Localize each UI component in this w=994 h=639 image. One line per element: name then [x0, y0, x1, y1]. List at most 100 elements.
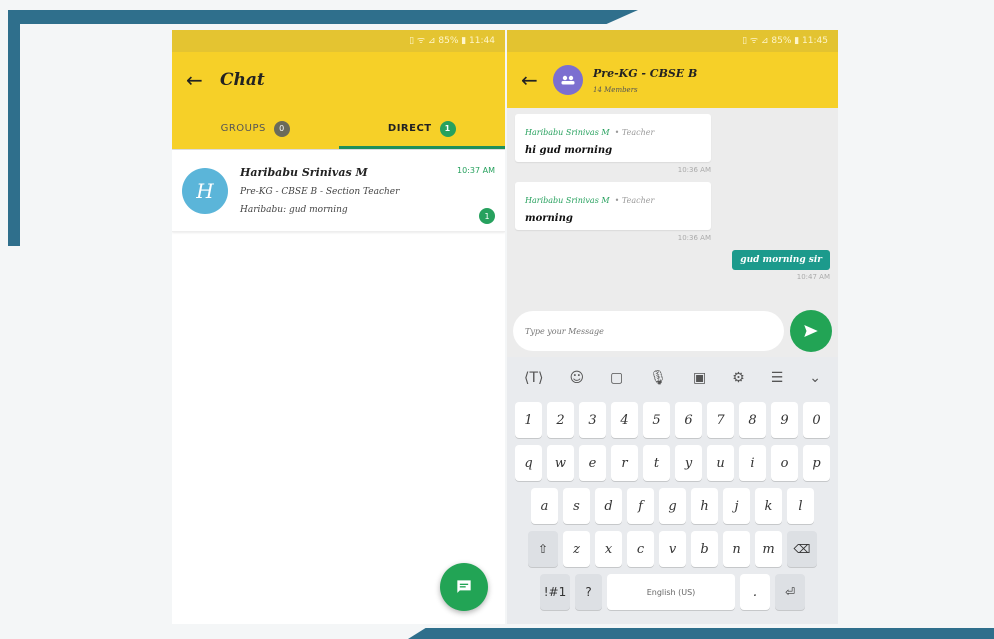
letter-row-1: q w e r t y u i o p: [511, 445, 834, 481]
key[interactable]: x: [595, 531, 622, 567]
microphone-icon[interactable]: 🎙: [649, 370, 667, 386]
letter-row-2: a s d f g h j k l: [511, 488, 834, 524]
tab-direct-label: DIRECT: [387, 123, 432, 134]
key[interactable]: n: [723, 531, 750, 567]
send-icon: [804, 325, 818, 337]
key[interactable]: 8: [739, 402, 766, 438]
new-chat-button[interactable]: [440, 563, 488, 611]
page-title: Chat: [220, 70, 265, 90]
symbols-key[interactable]: !#1: [540, 574, 570, 610]
message-header: Haribabu Srinivas M • Teacher: [525, 188, 701, 207]
text-translate-icon[interactable]: ⟨T⟩: [524, 370, 543, 386]
message-list: Haribabu Srinivas M • Teacher hi gud mor…: [507, 108, 838, 305]
conversation-row[interactable]: H Haribabu Srinivas M Pre-KG - CBSE B - …: [172, 150, 505, 232]
sticker-icon[interactable]: ▢: [610, 370, 623, 386]
decorative-frame-top: [8, 10, 638, 24]
tab-groups-label: GROUPS: [220, 123, 266, 134]
tab-direct[interactable]: DIRECT 1: [338, 108, 506, 149]
send-button[interactable]: [790, 310, 832, 352]
key[interactable]: 2: [547, 402, 574, 438]
key[interactable]: g: [659, 488, 686, 524]
key[interactable]: r: [611, 445, 638, 481]
group-members-count: 14 Members: [593, 85, 638, 94]
tab-groups-badge: 0: [273, 120, 290, 137]
incoming-message: Haribabu Srinivas M • Teacher hi gud mor…: [515, 114, 711, 162]
decorative-frame-left: [8, 10, 20, 246]
key[interactable]: t: [643, 445, 670, 481]
conversation-time: 10:37 AM: [457, 166, 495, 175]
key[interactable]: c: [627, 531, 654, 567]
key[interactable]: 7: [707, 402, 734, 438]
tab-direct-badge: 1: [439, 120, 456, 137]
back-arrow-icon[interactable]: ←: [521, 68, 549, 92]
message-text: morning: [525, 213, 573, 224]
group-people-icon: [561, 75, 575, 85]
key[interactable]: 6: [675, 402, 702, 438]
status-bar: ▯ ᯤ ⊿ 85% ▮ 11:44: [172, 30, 505, 52]
app-bar: ← Chat: [172, 52, 505, 108]
key[interactable]: b: [691, 531, 718, 567]
message-header: Haribabu Srinivas M • Teacher: [525, 120, 701, 139]
chevron-down-icon[interactable]: ⌄: [809, 370, 821, 386]
key[interactable]: p: [803, 445, 830, 481]
message-composer: [507, 305, 838, 357]
message-time: 10:36 AM: [677, 234, 711, 242]
message-input[interactable]: [513, 311, 784, 351]
decorative-frame-bottom: [408, 628, 994, 639]
enter-key[interactable]: ⏎: [775, 574, 805, 610]
conversation-meta: 10:37 AM 1: [447, 160, 495, 224]
key[interactable]: w: [547, 445, 574, 481]
key[interactable]: o: [771, 445, 798, 481]
number-row: 1 2 3 4 5 6 7 8 9 0: [511, 402, 834, 438]
message-sender: Haribabu Srinivas M: [525, 196, 610, 205]
keyboard-layout-icon[interactable]: ☰: [771, 370, 784, 386]
conversation-name: Haribabu Srinivas M: [240, 166, 368, 179]
key[interactable]: 9: [771, 402, 798, 438]
period-key[interactable]: .: [740, 574, 770, 610]
key[interactable]: j: [723, 488, 750, 524]
key[interactable]: y: [675, 445, 702, 481]
conversation-subtitle: Pre-KG - CBSE B - Section Teacher: [240, 187, 400, 197]
key[interactable]: k: [755, 488, 782, 524]
key[interactable]: 3: [579, 402, 606, 438]
message-time: 10:36 AM: [677, 166, 711, 174]
question-key[interactable]: ?: [575, 574, 602, 610]
key[interactable]: 1: [515, 402, 542, 438]
incoming-message: Haribabu Srinivas M • Teacher morning: [515, 182, 711, 230]
key[interactable]: v: [659, 531, 686, 567]
space-key[interactable]: English (US): [607, 574, 735, 610]
chat-tabs: GROUPS 0 DIRECT 1: [172, 108, 505, 150]
key[interactable]: h: [691, 488, 718, 524]
key[interactable]: 5: [643, 402, 670, 438]
key[interactable]: z: [563, 531, 590, 567]
backspace-key[interactable]: ⌫: [787, 531, 817, 567]
key[interactable]: i: [739, 445, 766, 481]
outgoing-message: gud morning sir: [732, 250, 830, 270]
key[interactable]: 4: [611, 402, 638, 438]
key[interactable]: q: [515, 445, 542, 481]
back-arrow-icon[interactable]: ←: [186, 68, 214, 92]
key[interactable]: f: [627, 488, 654, 524]
on-screen-keyboard: ⟨T⟩ ☺ ▢ 🎙 ▣ ⚙ ☰ ⌄ 1 2 3 4 5 6 7 8 9 0 q …: [507, 357, 838, 624]
conversation-text: Haribabu Srinivas M Pre-KG - CBSE B - Se…: [240, 160, 447, 221]
group-info[interactable]: Pre-KG - CBSE B 14 Members: [593, 67, 697, 94]
group-name: Pre-KG - CBSE B: [593, 66, 698, 80]
clipboard-icon[interactable]: ▣: [693, 370, 706, 386]
emoji-icon[interactable]: ☺: [569, 370, 584, 386]
tab-groups[interactable]: GROUPS 0: [172, 108, 339, 149]
key[interactable]: d: [595, 488, 622, 524]
group-avatar[interactable]: [553, 65, 583, 95]
chat-bubble-icon: [457, 580, 471, 593]
key[interactable]: e: [579, 445, 606, 481]
key[interactable]: l: [787, 488, 814, 524]
shift-key[interactable]: ⇧: [528, 531, 558, 567]
key[interactable]: a: [531, 488, 558, 524]
keyboard-toolbar: ⟨T⟩ ☺ ▢ 🎙 ▣ ⚙ ☰ ⌄: [511, 361, 834, 395]
key[interactable]: u: [707, 445, 734, 481]
key[interactable]: m: [755, 531, 782, 567]
key[interactable]: s: [563, 488, 590, 524]
key[interactable]: 0: [803, 402, 830, 438]
gear-icon[interactable]: ⚙: [732, 370, 745, 386]
conversation-last-message: Haribabu: gud morning: [240, 205, 348, 215]
bottom-row: !#1 ? English (US) . ⏎: [511, 574, 834, 610]
